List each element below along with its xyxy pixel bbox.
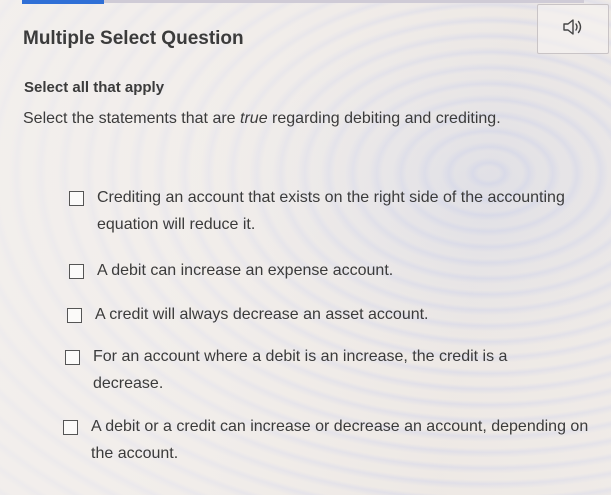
question-title: Multiple Select Question (23, 28, 244, 49)
checkbox[interactable] (67, 308, 82, 323)
progress-accent-bar (22, 0, 104, 4)
answer-option-4[interactable]: For an account where a debit is an incre… (65, 343, 535, 397)
read-aloud-button[interactable] (537, 4, 609, 54)
prompt-text-end: regarding debiting and crediting. (267, 110, 501, 127)
prompt-emphasis: true (240, 110, 268, 127)
checkbox[interactable] (63, 420, 78, 435)
speaker-icon (562, 18, 584, 41)
answer-option-3[interactable]: A credit will always decrease an asset a… (67, 301, 597, 328)
option-label: A credit will always decrease an asset a… (95, 306, 429, 323)
option-label: A debit can increase an expense account. (97, 262, 394, 279)
option-label: For an account where a debit is an incre… (93, 348, 508, 392)
checkbox[interactable] (69, 264, 84, 279)
top-divider (104, 0, 584, 3)
checkbox[interactable] (69, 191, 84, 206)
option-label: A debit or a credit can increase or decr… (91, 418, 589, 462)
answer-option-5[interactable]: A debit or a credit can increase or decr… (63, 413, 601, 467)
answer-option-2[interactable]: A debit can increase an expense account. (69, 257, 599, 284)
instruction-text: Select all that apply (24, 79, 165, 96)
answer-option-1[interactable]: Crediting an account that exists on the … (69, 184, 599, 238)
prompt-text-start: Select the statements that are (23, 110, 241, 127)
checkbox[interactable] (65, 350, 80, 365)
question-prompt: Select the statements that are true rega… (23, 110, 501, 128)
option-label: Crediting an account that exists on the … (97, 189, 565, 233)
